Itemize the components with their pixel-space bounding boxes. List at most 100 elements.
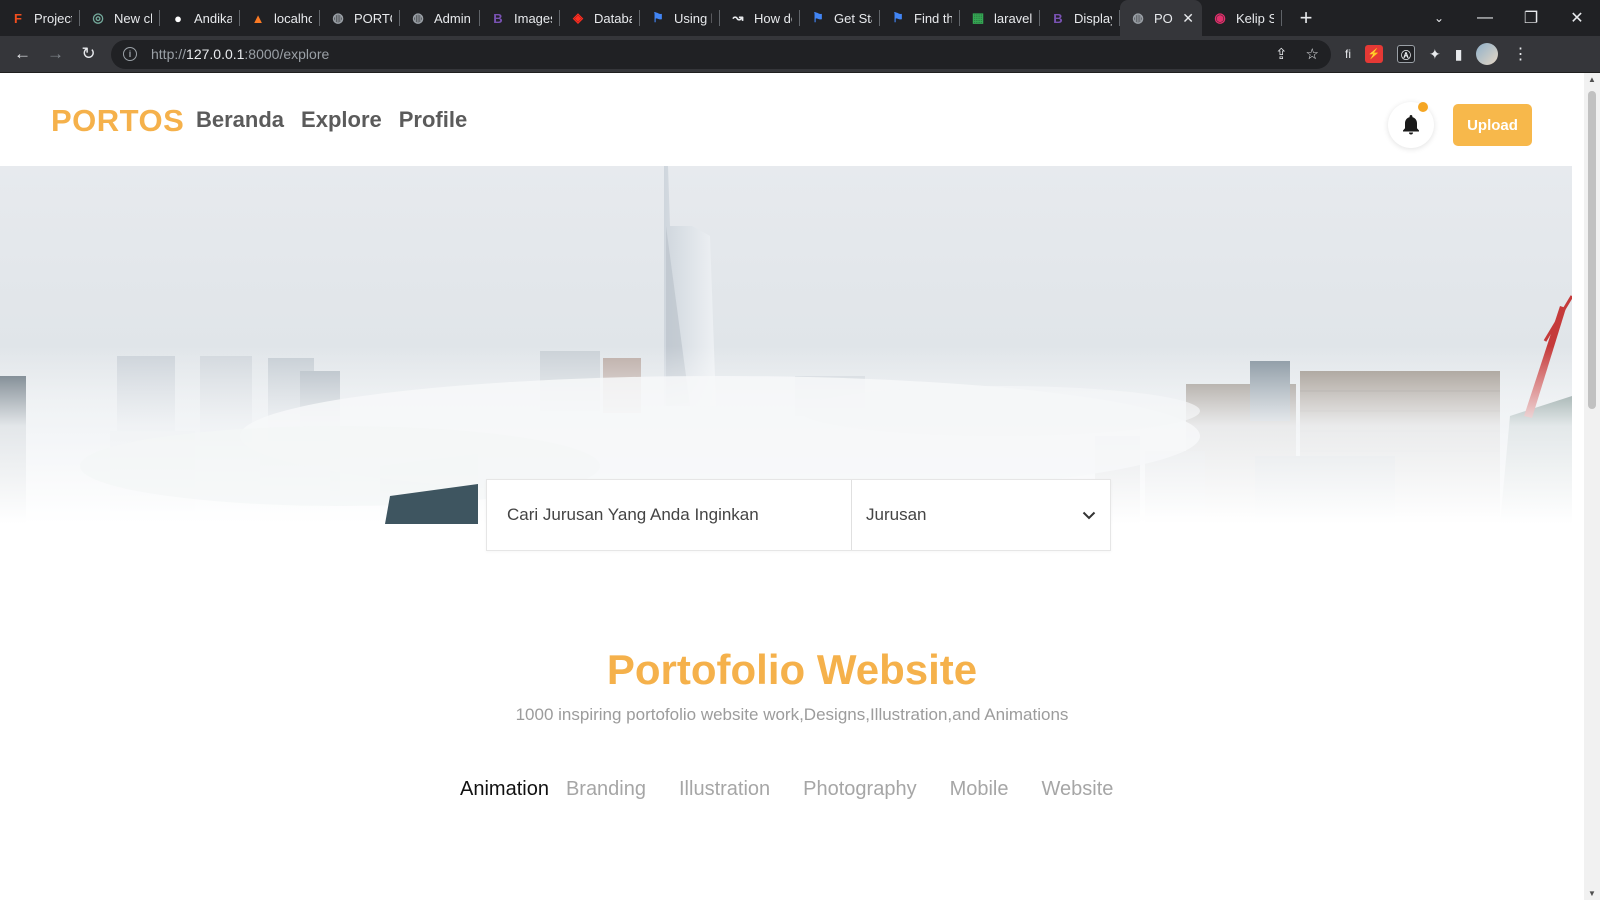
browser-tab[interactable]: ◎ New ch	[80, 0, 160, 36]
bell-icon	[1403, 115, 1419, 135]
browser-tab-title: Andika	[194, 10, 232, 26]
close-tab-icon[interactable]: ✕	[1182, 10, 1194, 27]
extensions-puzzle-icon[interactable]: ✦	[1429, 46, 1441, 63]
browser-tab-title: PORTO	[354, 10, 392, 26]
back-button[interactable]: ←	[6, 38, 39, 71]
maximize-button[interactable]: ❐	[1508, 8, 1554, 28]
notification-dot	[1418, 102, 1428, 112]
browser-tab-title: New ch	[114, 10, 152, 26]
site-header: PORTOS Beranda Explore Profile Upload	[0, 73, 1584, 163]
extension-fi-icon[interactable]: fi	[1345, 47, 1351, 61]
search-bar: Cari Jurusan Yang Anda Inginkan Jurusan	[486, 479, 1111, 551]
browser-tab-title: laravel	[994, 10, 1032, 26]
laravel-icon: ◈	[573, 10, 583, 25]
side-panel-icon[interactable]: ▮	[1455, 46, 1463, 63]
hero-banner	[0, 166, 1572, 524]
url-host: 127.0.0.1	[186, 46, 245, 62]
browser-tab-title: Databa	[594, 10, 632, 26]
page-scrollbar[interactable]: ▲ ▼	[1584, 73, 1600, 900]
arrow-icon: ↝	[732, 10, 744, 25]
browser-tab[interactable]: ▲ localho	[240, 0, 320, 36]
url-scheme: http://	[151, 46, 187, 62]
tab-website[interactable]: Website	[1042, 778, 1114, 801]
share-icon[interactable]: ⇪	[1275, 45, 1288, 63]
extension-dark-icon[interactable]: Ⓐ	[1397, 45, 1415, 63]
tab-photography[interactable]: Photography	[803, 778, 916, 801]
tab-mobile[interactable]: Mobile	[950, 778, 1009, 801]
browser-tab-title: Get Sta	[834, 10, 872, 26]
browser-tab[interactable]: B Display	[1040, 0, 1120, 36]
profile-avatar[interactable]	[1476, 43, 1499, 65]
browser-tab[interactable]: ⚑ Get Sta	[800, 0, 880, 36]
globe-icon: ◍	[1132, 10, 1144, 25]
browser-tab[interactable]: F Project	[0, 0, 80, 36]
browser-menu-icon[interactable]: ⋮	[1512, 44, 1528, 64]
bookmark-star-icon[interactable]: ☆	[1306, 45, 1319, 63]
flag-icon: ⚑	[652, 10, 664, 25]
browser-tab[interactable]: ◍ PO ✕	[1120, 0, 1202, 36]
browser-tab[interactable]: ◍ Admin	[400, 0, 480, 36]
site-info-icon[interactable]: i	[123, 47, 137, 61]
city-skyline-image	[0, 166, 1572, 524]
jurusan-select[interactable]: Jurusan	[852, 480, 1110, 550]
reload-button[interactable]: ↻	[72, 38, 105, 71]
forward-button[interactable]: →	[39, 38, 72, 71]
close-window-button[interactable]: ✕	[1554, 8, 1600, 28]
browser-tab[interactable]: ◉ Kelip S	[1202, 0, 1282, 36]
tab-animation[interactable]: Animation	[460, 778, 549, 801]
window-controls: ⌄ — ❐ ✕	[1416, 0, 1600, 36]
bootstrap-icon: B	[493, 10, 503, 26]
scroll-up-arrow[interactable]: ▲	[1584, 75, 1600, 84]
browser-tab[interactable]: ↝ How dc	[720, 0, 800, 36]
browser-tab[interactable]: ▦ laravel	[960, 0, 1040, 36]
minimize-button[interactable]: —	[1462, 9, 1508, 27]
browser-tab-title: Using l	[674, 10, 712, 26]
chevron-down-icon	[1082, 511, 1096, 519]
url-bar[interactable]: i http://127.0.0.1:8000/explore ⇪ ☆	[111, 39, 1331, 69]
globe-icon: ◍	[412, 10, 424, 25]
browser-tab[interactable]: ◍ PORTO	[320, 0, 400, 36]
category-filter-tabs: Animation Branding Illustration Photogra…	[460, 778, 1146, 801]
upload-button[interactable]: Upload	[1453, 104, 1532, 146]
nav-profile[interactable]: Profile	[399, 107, 467, 133]
instagram-icon: ◉	[1214, 10, 1226, 25]
globe-icon: ◍	[332, 10, 344, 25]
brand-logo[interactable]: PORTOS	[51, 103, 184, 139]
browser-tab-bar: F Project ◎ New ch ● Andika ▲ localho ◍ PORTO ◍ Adm…	[0, 0, 1600, 36]
browser-tab-title: Find th	[914, 10, 952, 26]
tab-branding[interactable]: Branding	[566, 778, 646, 801]
flag-icon: ⚑	[812, 10, 824, 25]
new-tab-button[interactable]: +	[1288, 0, 1324, 36]
github-icon: ●	[174, 10, 182, 26]
jurusan-select-value: Jurusan	[866, 505, 927, 524]
browser-tab-title: PO	[1154, 10, 1173, 26]
tab-illustration[interactable]: Illustration	[679, 778, 770, 801]
search-input[interactable]: Cari Jurusan Yang Anda Inginkan	[487, 480, 852, 550]
browser-tab-title: How dc	[754, 10, 792, 26]
browser-tab[interactable]: ◈ Databa	[560, 0, 640, 36]
scroll-down-arrow[interactable]: ▼	[1584, 889, 1600, 898]
page-viewport: PORTOS Beranda Explore Profile Upload Ca…	[0, 73, 1584, 900]
browser-tab-title: Kelip S	[1236, 10, 1274, 26]
browser-tab-title: Admin	[434, 10, 471, 26]
section-title: Portofolio Website	[606, 646, 978, 693]
chatgpt-icon: ◎	[92, 10, 104, 25]
bootstrap-icon: B	[1053, 10, 1063, 26]
browser-tab[interactable]: ⚑ Find th	[880, 0, 960, 36]
url-path: :8000/explore	[244, 46, 330, 62]
scrollbar-thumb[interactable]	[1588, 91, 1596, 409]
flag-icon: ⚑	[892, 10, 904, 25]
nav-beranda[interactable]: Beranda	[196, 107, 284, 133]
browser-tab[interactable]: ⚑ Using l	[640, 0, 720, 36]
tab-search-icon[interactable]: ⌄	[1416, 11, 1462, 25]
tab-strip: F Project ◎ New ch ● Andika ▲ localho ◍ PORTO ◍ Adm…	[0, 0, 1282, 36]
browser-tab[interactable]: ● Andika	[160, 0, 240, 36]
notification-button[interactable]	[1388, 102, 1434, 148]
browser-tab-title: Images	[514, 10, 552, 26]
browser-tab-title: Project	[34, 10, 72, 26]
section-subtitle: 1000 inspiring portofolio website work,D…	[515, 705, 1069, 724]
extension-red-icon[interactable]: ⚡	[1365, 45, 1383, 63]
browser-tab[interactable]: B Images	[480, 0, 560, 36]
main-nav: Beranda Explore Profile	[196, 107, 467, 133]
nav-explore[interactable]: Explore	[301, 107, 382, 133]
